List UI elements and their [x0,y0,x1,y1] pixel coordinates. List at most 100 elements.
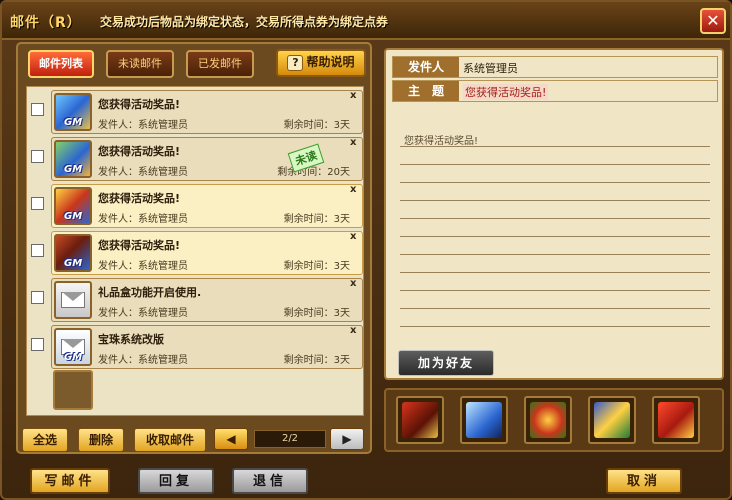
mail-sender: 发件人：系统管理员 [98,261,188,272]
mail-card[interactable]: 礼品盒功能开启使用. 发件人：系统管理员 剩余时间：3天 x [51,278,363,322]
gm-tag: GM [64,211,83,222]
help-icon: ? [287,55,304,71]
mail-sender: 发件人：系统管理员 [98,308,188,319]
collect-mail-button[interactable]: 收取邮件 [134,428,206,452]
mail-sender: 发件人：系统管理员 [98,120,188,131]
mail-checkbox[interactable] [31,197,44,210]
bracer-item-icon [466,402,502,438]
gm-tag: GM [64,258,83,269]
ruled-line [400,308,710,309]
cancel-button[interactable]: 取消 [606,468,682,494]
add-friend-button[interactable]: 加为好友 [398,350,494,376]
mail-row[interactable]: GM 宝珠系统改版 发件人：系统管理员 剩余时间：3天 x [27,324,365,370]
mail-subject: 您获得活动奖品! [98,239,181,252]
attachment-slot[interactable] [588,396,636,444]
armor-item-icon [402,402,438,438]
mail-subject: 您获得活动奖品! [98,192,181,205]
mail-body: 您获得活动奖品! [404,136,479,147]
attachment-slot[interactable] [524,396,572,444]
mail-remaining-time: 剩余时间：3天 [283,120,350,131]
mail-remaining-time: 剩余时间：3天 [283,308,350,319]
mail-delete-button[interactable]: x [350,138,360,148]
weapon-item-icon [594,402,630,438]
gm-gift-icon: GM [54,234,92,272]
mail-window: 邮件（R） 交易成功后物品为绑定状态，交易所得点券为绑定点券 ✕ 邮件列表 未读… [0,0,732,500]
detail-sender-label: 发件人 [393,57,459,77]
close-button[interactable]: ✕ [700,8,726,34]
attachment-slot[interactable] [460,396,508,444]
window-title: 邮件（R） [10,15,82,31]
mail-subject: 宝珠系统改版 [98,333,164,346]
prev-page-button[interactable]: ◀ [214,428,248,450]
mail-row[interactable]: GM 您获得活动奖品! 发件人：系统管理员 剩余时间：3天 x [27,89,365,135]
mail-delete-button[interactable]: x [350,91,360,101]
mail-delete-button[interactable]: x [350,232,360,242]
mail-remaining-time: 剩余时间：3天 [283,261,350,272]
empty-mail-slot [53,370,93,410]
mail-checkbox[interactable] [31,291,44,304]
mail-row[interactable]: GM 您获得活动奖品! 发件人：系统管理员 剩余时间：3天 x [27,230,365,276]
right-arrow-icon: ▶ [342,432,352,446]
envelope-flap [62,292,84,301]
mail-row[interactable]: GM 您获得活动奖品! 发件人：系统管理员 剩余时间：3天 x [27,183,365,229]
mail-checkbox[interactable] [31,244,44,257]
ruled-line [400,236,710,237]
attachment-bar [384,388,724,452]
mail-card[interactable]: GM 您获得活动奖品! 发件人：系统管理员 剩余时间：20天 未读 x [51,137,363,181]
mail-card[interactable]: GM 您获得活动奖品! 发件人：系统管理员 剩余时间：3天 x [51,184,363,228]
attachment-slot[interactable] [396,396,444,444]
write-mail-button[interactable]: 写邮件 [30,468,110,494]
shuriken-item-icon [530,402,566,438]
delete-button[interactable]: 删除 [78,428,124,452]
select-all-button[interactable]: 全选 [22,428,68,452]
next-page-button[interactable]: ▶ [330,428,364,450]
envelope-flap [62,339,84,348]
return-mail-button[interactable]: 退信 [232,468,308,494]
mail-remaining-time: 剩余时间：3天 [283,214,350,225]
gm-tag: GM [64,164,83,175]
page-indicator: 2/2 [254,430,326,448]
mail-subject: 您获得活动奖品! [98,145,181,158]
mail-checkbox[interactable] [31,150,44,163]
title-bar: 邮件（R） 交易成功后物品为绑定状态，交易所得点券为绑定点券 ✕ [2,2,730,40]
detail-sender-row: 发件人 系统管理员 [392,56,718,78]
gm-tag: GM [64,117,83,128]
ruled-line [400,326,710,327]
mail-subject: 礼品盒功能开启使用. [98,286,202,299]
tab-sent-mail[interactable]: 已发邮件 [186,50,254,78]
ruled-line [400,200,710,201]
mail-delete-button[interactable]: x [350,185,360,195]
ruled-line [400,218,710,219]
help-label: 帮助说明 [306,55,355,69]
mail-row[interactable]: GM 您获得活动奖品! 发件人：系统管理员 剩余时间：20天 未读 x [27,136,365,182]
attachment-slot[interactable] [652,396,700,444]
gm-gift-icon: GM [54,140,92,178]
mail-checkbox[interactable] [31,338,44,351]
mail-list-panel: 邮件列表 未读邮件 已发邮件 ? 帮助说明 GM 您获得活动奖品! 发件人：系统管… [16,42,372,454]
mail-delete-button[interactable]: x [350,279,360,289]
mail-card[interactable]: GM 您获得活动奖品! 发件人：系统管理员 剩余时间：3天 x [51,90,363,134]
mail-list: GM 您获得活动奖品! 发件人：系统管理员 剩余时间：3天 x GM 您获得活动… [26,86,364,416]
mail-detail-panel: 发件人 系统管理员 主 题 您获得活动奖品! 您获得活动奖品! 加为好友 [384,48,724,380]
mail-card[interactable]: GM 宝珠系统改版 发件人：系统管理员 剩余时间：3天 x [51,325,363,369]
envelope-icon: GM [54,328,92,366]
help-button[interactable]: ? 帮助说明 [276,49,366,77]
envelope-icon [54,281,92,319]
mail-row[interactable]: 礼品盒功能开启使用. 发件人：系统管理员 剩余时间：3天 x [27,277,365,323]
tab-mail-list[interactable]: 邮件列表 [28,50,94,78]
mail-subject: 您获得活动奖品! [98,98,181,111]
ruled-line [400,146,710,147]
reply-button[interactable]: 回复 [138,468,214,494]
gift-box-item-icon [658,402,694,438]
gm-gift-icon: GM [54,187,92,225]
ruled-line [400,254,710,255]
ruled-line [400,272,710,273]
gm-gift-icon: GM [54,93,92,131]
detail-subject-label: 主 题 [393,81,459,101]
mail-card[interactable]: GM 您获得活动奖品! 发件人：系统管理员 剩余时间：3天 x [51,231,363,275]
tab-unread-mail[interactable]: 未读邮件 [106,50,174,78]
mail-sender: 发件人：系统管理员 [98,355,188,366]
mail-sender: 发件人：系统管理员 [98,214,188,225]
mail-checkbox[interactable] [31,103,44,116]
mail-delete-button[interactable]: x [350,326,360,336]
